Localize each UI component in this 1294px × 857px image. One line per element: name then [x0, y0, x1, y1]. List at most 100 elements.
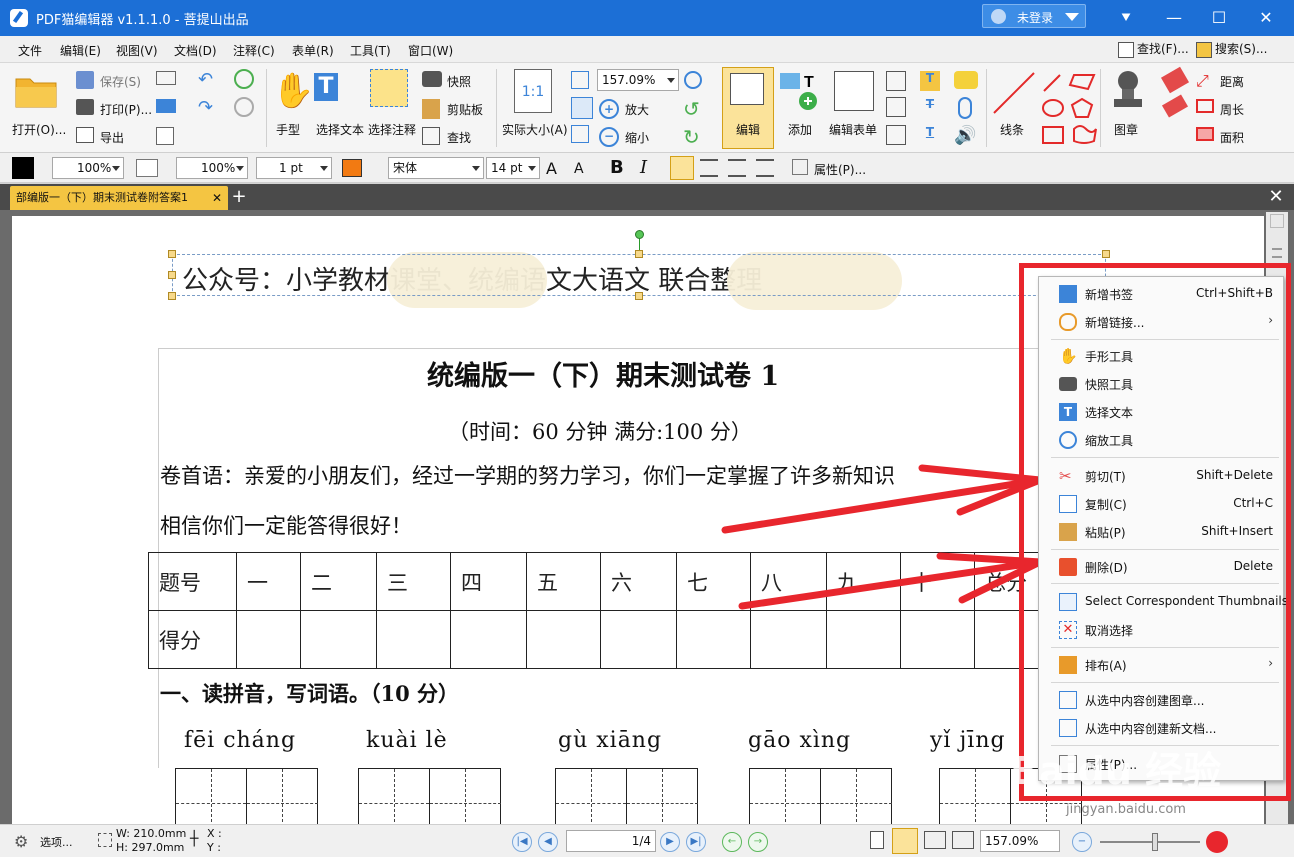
- stamp-button[interactable]: 图章: [1114, 121, 1138, 138]
- menu-form[interactable]: 表单(R): [292, 42, 334, 59]
- forward-icon[interactable]: [234, 97, 254, 117]
- line-width-select[interactable]: 1 pt: [256, 157, 332, 179]
- perimeter-button[interactable]: 周长: [1220, 101, 1244, 118]
- resize-handle[interactable]: [635, 292, 643, 300]
- facing-page-icon[interactable]: [924, 831, 946, 849]
- save-button[interactable]: 保存(S): [100, 73, 141, 90]
- edit-form-icon[interactable]: [834, 71, 874, 111]
- back-icon[interactable]: [234, 69, 254, 89]
- zoom-slider[interactable]: [1100, 833, 1200, 851]
- facing-continuous-icon[interactable]: [952, 831, 974, 849]
- menu-dropdown-icon[interactable]: ⯆: [1112, 4, 1140, 32]
- note-icon[interactable]: [954, 71, 978, 89]
- prev-page-icon[interactable]: ◀: [538, 832, 558, 852]
- menu-edit[interactable]: 编辑(E): [60, 42, 101, 59]
- fit-page-icon[interactable]: [571, 71, 589, 89]
- decrease-font-icon[interactable]: A: [574, 161, 584, 177]
- typewriter-icon[interactable]: T: [920, 71, 940, 91]
- fit-visible-icon[interactable]: [571, 125, 589, 143]
- menu-tools[interactable]: 工具(T): [350, 42, 391, 59]
- selection-box[interactable]: [172, 254, 1106, 296]
- menu-document[interactable]: 文档(D): [174, 42, 217, 59]
- resize-handle[interactable]: [168, 271, 176, 279]
- menu-file[interactable]: 文件: [18, 42, 42, 59]
- open-button[interactable]: 打开(O)...: [12, 121, 66, 138]
- distance-button[interactable]: 距离: [1220, 73, 1244, 90]
- border-color-swatch[interactable]: [342, 159, 362, 177]
- print-button[interactable]: 打印(P)...: [100, 101, 152, 118]
- zoom-out-status-icon[interactable]: −: [1072, 832, 1092, 852]
- fill-color-swatch[interactable]: [136, 159, 158, 177]
- edit-form-button[interactable]: 编辑表单: [829, 121, 877, 138]
- area-button[interactable]: 面积: [1220, 129, 1244, 146]
- form-field-icon[interactable]: [886, 71, 906, 91]
- bold-button[interactable]: B: [610, 157, 624, 178]
- select-text-icon[interactable]: T: [314, 73, 338, 101]
- first-page-icon[interactable]: |◀: [512, 832, 532, 852]
- new-doc-icon[interactable]: [156, 127, 174, 145]
- resize-handle[interactable]: [168, 292, 176, 300]
- select-annotation-icon[interactable]: [370, 69, 408, 107]
- rotate-right-icon[interactable]: ↻: [683, 125, 700, 149]
- align-left-icon[interactable]: [670, 156, 694, 180]
- resize-handle[interactable]: [635, 250, 643, 258]
- add-content-icon[interactable]: T: [778, 71, 822, 111]
- email-icon[interactable]: [156, 71, 176, 85]
- export-button[interactable]: 导出: [100, 129, 124, 146]
- rotation-handle[interactable]: [635, 230, 644, 239]
- menu-window[interactable]: 窗口(W): [408, 42, 453, 59]
- increase-font-icon[interactable]: A: [546, 159, 557, 178]
- find-ribbon-button[interactable]: 查找: [447, 129, 471, 146]
- search-button[interactable]: 搜索(S)...: [1196, 40, 1267, 60]
- sound-icon[interactable]: 🔊: [954, 125, 976, 146]
- italic-button[interactable]: I: [640, 157, 647, 178]
- actual-size-icon[interactable]: 1:1: [514, 69, 552, 113]
- scroll-up-icon[interactable]: [1270, 214, 1284, 228]
- lines-button[interactable]: 线条: [1000, 121, 1024, 138]
- close-tab-icon[interactable]: ✕: [212, 186, 222, 210]
- close-button[interactable]: ✕: [1252, 4, 1280, 32]
- shapes-icon[interactable]: [1040, 71, 1100, 147]
- select-text-button[interactable]: 选择文本: [316, 121, 364, 138]
- clipboard-button[interactable]: 剪贴板: [447, 101, 483, 118]
- hand-tool-button[interactable]: 手型: [276, 121, 300, 138]
- gear-icon[interactable]: ⚙: [14, 832, 28, 851]
- page-number-input[interactable]: 1/4: [566, 830, 656, 852]
- opacity-select-2[interactable]: 100%: [176, 157, 248, 179]
- zoom-slider-knob[interactable]: [1152, 833, 1158, 851]
- eraser-icon[interactable]: [1161, 94, 1189, 118]
- strikeout-icon[interactable]: T: [920, 97, 940, 117]
- back-view-icon[interactable]: ←: [722, 832, 742, 852]
- login-button[interactable]: 未登录: [982, 4, 1086, 28]
- pencil-icon[interactable]: [1160, 66, 1190, 94]
- fit-width-icon[interactable]: [571, 97, 593, 119]
- align-right-icon[interactable]: [728, 159, 746, 177]
- tab-document[interactable]: 部编版一（下）期末测试卷附答案1 ✕: [10, 186, 228, 210]
- opacity-select-1[interactable]: 100%: [52, 157, 124, 179]
- close-all-icon[interactable]: ✕: [1266, 186, 1286, 208]
- undo-icon[interactable]: ↶: [198, 69, 213, 90]
- menu-view[interactable]: 视图(V): [116, 42, 158, 59]
- actual-size-button[interactable]: 实际大小(A): [502, 121, 568, 138]
- single-page-icon[interactable]: [870, 831, 884, 849]
- options-button[interactable]: 选项...: [40, 834, 73, 850]
- zoom-in-button[interactable]: 放大: [625, 101, 649, 118]
- align-justify-icon[interactable]: [756, 159, 774, 177]
- continuous-page-icon[interactable]: [892, 828, 918, 854]
- zoom-out-button[interactable]: 缩小: [625, 129, 649, 146]
- form-text-icon[interactable]: [886, 97, 906, 117]
- snapshot-button[interactable]: 快照: [447, 73, 471, 90]
- minimize-button[interactable]: —: [1160, 4, 1188, 32]
- line-icon[interactable]: [992, 71, 1036, 115]
- next-page-icon[interactable]: ▶: [660, 832, 680, 852]
- add-button[interactable]: 添加: [788, 121, 812, 138]
- redo-icon[interactable]: ↷: [198, 97, 213, 118]
- attachment-icon[interactable]: [958, 97, 972, 119]
- underline-icon[interactable]: T: [920, 125, 940, 145]
- menu-annotation[interactable]: 注释(C): [233, 42, 275, 59]
- find-button[interactable]: 查找(F)...: [1118, 40, 1189, 60]
- folder-icon[interactable]: [14, 73, 60, 109]
- maximize-button[interactable]: ☐: [1205, 4, 1233, 32]
- resize-handle[interactable]: [168, 250, 176, 258]
- form-list-icon[interactable]: [886, 125, 906, 145]
